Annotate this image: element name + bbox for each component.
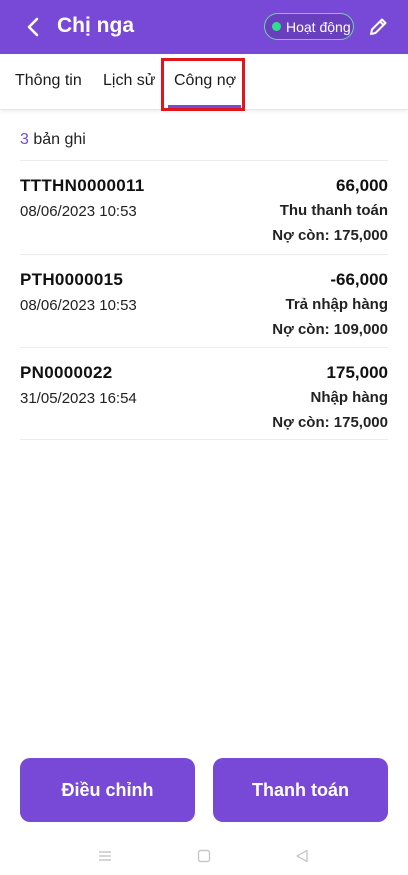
transaction-row[interactable]: PN0000022 31/05/2023 16:54 175,000 Nhập … [0,348,408,441]
transaction-remaining-debt: Nợ còn: 109,000 [272,321,388,338]
status-dot-icon [272,22,281,31]
app-header: Chị nga Hoạt động [0,0,408,54]
status-text: Hoạt động [286,18,351,35]
record-count-label: bản ghi [28,131,86,148]
status-badge: Hoạt động [264,13,354,40]
transaction-amount: 175,000 [326,363,388,382]
pay-button[interactable]: Thanh toán [213,758,388,822]
transaction-code: PTH0000015 [20,270,124,289]
transaction-datetime: 31/05/2023 16:54 [20,390,137,407]
adjust-button[interactable]: Điều chỉnh [20,758,195,822]
transaction-type: Trả nhập hàng [285,296,388,313]
pencil-icon [370,18,387,35]
chevron-left-icon [27,17,39,37]
transaction-type: Nhập hàng [310,389,389,406]
page-title: Chị nga [57,14,134,37]
transaction-amount: 66,000 [336,176,388,195]
record-count-number: 3 [20,131,29,148]
transaction-code: PN0000022 [20,363,113,382]
transaction-datetime: 08/06/2023 10:53 [20,203,137,220]
transaction-code: TTTHN0000011 [20,176,145,195]
system-nav-bar [0,836,408,875]
divider [20,439,388,440]
transaction-type: Thu thanh toán [279,202,388,219]
transaction-datetime: 08/06/2023 10:53 [20,297,137,314]
transaction-row[interactable]: PTH0000015 08/06/2023 10:53 -66,000 Trả … [0,255,408,348]
highlight-box [161,58,245,111]
transaction-row[interactable]: TTTHN0000011 08/06/2023 10:53 66,000 Thu… [0,161,408,254]
menu-icon[interactable] [97,848,113,864]
transaction-remaining-debt: Nợ còn: 175,000 [272,227,388,244]
tab-history[interactable]: Lịch sử [103,72,156,90]
back-triangle-icon[interactable] [294,848,310,864]
record-count: 3 bản ghi [20,131,86,149]
tab-info[interactable]: Thông tin [15,72,82,90]
edit-button[interactable] [364,13,392,41]
home-square-icon[interactable] [196,848,212,864]
transaction-amount: -66,000 [330,270,388,289]
transaction-remaining-debt: Nợ còn: 175,000 [272,414,388,431]
back-button[interactable] [18,12,48,42]
